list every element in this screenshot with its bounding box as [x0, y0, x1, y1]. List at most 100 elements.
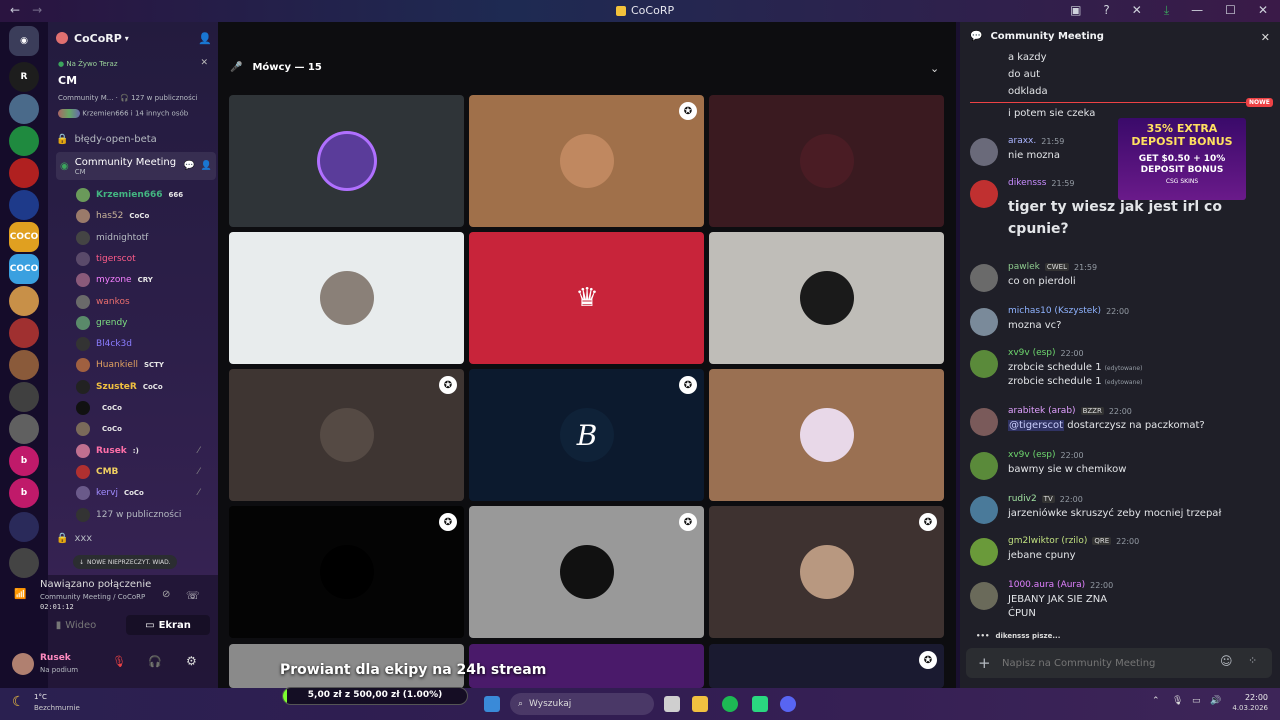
screen-share-button[interactable]: ▭ Ekran: [126, 615, 210, 635]
server-icon[interactable]: [9, 190, 39, 220]
avatar[interactable]: [970, 582, 998, 610]
chat-bubble-icon[interactable]: 💬: [184, 161, 195, 171]
avatar[interactable]: [970, 180, 998, 208]
message-username[interactable]: xv9v (esp): [1008, 450, 1056, 460]
disconnect-icon[interactable]: ☏: [186, 589, 200, 602]
avatar[interactable]: [970, 264, 998, 292]
start-icon[interactable]: [484, 696, 500, 712]
tray-chevron-icon[interactable]: ⌃: [1152, 696, 1160, 706]
tools-icon[interactable]: ✕: [1132, 3, 1142, 18]
message-username[interactable]: pawlek: [1008, 262, 1040, 272]
message-username[interactable]: gm2lwiktor (rzilo): [1008, 536, 1087, 546]
headphones-icon[interactable]: 🎧: [148, 655, 162, 668]
member-row[interactable]: grendy: [76, 314, 128, 332]
mic-muted-icon[interactable]: 🎙: [112, 655, 126, 668]
microphone-icon[interactable]: 🎙: [1172, 696, 1183, 706]
task-view-icon[interactable]: [664, 696, 680, 712]
channel-bledy-open-beta[interactable]: 🔒 błędy-open-beta: [56, 130, 216, 148]
member-row[interactable]: myzone CRY: [76, 271, 153, 289]
message-username[interactable]: 1000.aura (Aura): [1008, 580, 1085, 590]
member-row[interactable]: Krzemien666 666: [76, 186, 183, 204]
message-username[interactable]: dikensss: [1008, 178, 1046, 188]
member-row[interactable]: CoCo: [76, 399, 122, 417]
collapse-chevron-icon[interactable]: ⌄: [930, 62, 939, 75]
server-icon[interactable]: [9, 350, 39, 380]
settings-gear-icon[interactable]: ⚙: [186, 654, 197, 668]
avatar[interactable]: [970, 408, 998, 436]
speaker-tile[interactable]: [229, 95, 464, 227]
member-row[interactable]: has52 CoCo: [76, 207, 149, 225]
app-icon[interactable]: [752, 696, 768, 712]
video-button[interactable]: ▮ Wideo: [34, 615, 118, 635]
maximize-icon[interactable]: ☐: [1225, 3, 1236, 18]
message-username[interactable]: araxx.: [1008, 136, 1036, 146]
file-explorer-icon[interactable]: [692, 696, 708, 712]
server-icon[interactable]: b: [9, 446, 39, 476]
server-icon[interactable]: [9, 318, 39, 348]
avatar[interactable]: [970, 350, 998, 378]
inbox-icon[interactable]: ▣: [1070, 3, 1081, 18]
speaker-tile[interactable]: ✪: [469, 95, 704, 227]
emoji-icon[interactable]: ☺: [1220, 654, 1233, 668]
avatar[interactable]: [970, 538, 998, 566]
add-member-icon[interactable]: 👤: [198, 32, 212, 45]
forward-arrow-icon[interactable]: →: [32, 3, 42, 17]
speaker-tile[interactable]: B ✪: [469, 369, 704, 501]
server-icon[interactable]: [9, 286, 39, 316]
server-icon[interactable]: [9, 382, 39, 412]
speaker-tile[interactable]: ✪: [709, 644, 944, 688]
server-icon[interactable]: COCO: [9, 254, 39, 284]
member-row[interactable]: CMB ⁄: [76, 463, 200, 481]
speaker-tile[interactable]: [229, 232, 464, 364]
unread-pill[interactable]: ↓ NOWE NIEPRZECZYT. WIAD.: [73, 555, 177, 569]
download-icon[interactable]: ⤓: [1164, 3, 1169, 18]
live-now-card[interactable]: ● Na Żywo Teraz ✕ CM Community M... · 🎧 …: [54, 56, 212, 122]
user-mention[interactable]: @tigerscot: [1008, 420, 1065, 431]
discord-icon[interactable]: [780, 696, 796, 712]
close-icon[interactable]: ✕: [200, 58, 208, 68]
close-icon[interactable]: ✕: [1261, 31, 1270, 44]
add-attachment-icon[interactable]: +: [978, 654, 991, 672]
spotify-icon[interactable]: [722, 696, 738, 712]
member-row[interactable]: tigerscot: [76, 250, 136, 268]
speaker-tile[interactable]: [709, 95, 944, 227]
member-row[interactable]: midnightotf: [76, 229, 148, 247]
network-icon[interactable]: ▭: [1192, 696, 1201, 706]
server-icon[interactable]: R: [9, 62, 39, 92]
minimize-icon[interactable]: —: [1191, 3, 1203, 18]
member-row[interactable]: Huankiell SCTY: [76, 356, 164, 374]
server-icon[interactable]: [9, 94, 39, 124]
message-input[interactable]: [1002, 654, 1202, 672]
server-icon[interactable]: [9, 512, 39, 542]
audience-count[interactable]: 127 w publiczności: [76, 506, 181, 524]
avatar[interactable]: [970, 452, 998, 480]
member-row[interactable]: CoCo: [76, 420, 122, 438]
mute-camera-icon[interactable]: ⊘: [162, 589, 170, 600]
voice-location[interactable]: Community Meeting / CoCoRP: [40, 593, 145, 601]
avatar[interactable]: [970, 308, 998, 336]
search-box[interactable]: ⌕ Wyszukaj: [510, 693, 654, 715]
channel-community-meeting[interactable]: ◉ Community Meeting CM 💬 👤: [56, 152, 216, 180]
server-icon[interactable]: [9, 158, 39, 188]
member-row[interactable]: Rusek:) ⁄: [76, 442, 200, 460]
speaker-tile[interactable]: ✪: [469, 506, 704, 638]
message-username[interactable]: michas10 (Kszystek): [1008, 306, 1101, 316]
server-icon[interactable]: [9, 126, 39, 156]
server-header[interactable]: CoCoRP ▾ 👤: [56, 30, 212, 46]
member-row[interactable]: wankos: [76, 293, 130, 311]
speaker-tile[interactable]: ♛: [469, 232, 704, 364]
speaker-tile[interactable]: ✪: [229, 506, 464, 638]
server-icon[interactable]: [9, 414, 39, 444]
avatar[interactable]: [970, 496, 998, 524]
message-username[interactable]: arabitek (arab): [1008, 406, 1076, 416]
volume-icon[interactable]: 🔊: [1210, 696, 1221, 706]
server-icon[interactable]: [9, 548, 39, 578]
close-icon[interactable]: ✕: [1258, 3, 1268, 18]
channel-xxx[interactable]: 🔒 xxx: [56, 530, 216, 546]
avatar[interactable]: [12, 653, 34, 675]
server-icon[interactable]: b: [9, 478, 39, 508]
speaker-tile[interactable]: ✪: [709, 506, 944, 638]
back-arrow-icon[interactable]: ←: [10, 3, 20, 17]
server-icon[interactable]: COCO: [9, 222, 39, 252]
member-row[interactable]: SzusteR CoCo: [76, 378, 163, 396]
